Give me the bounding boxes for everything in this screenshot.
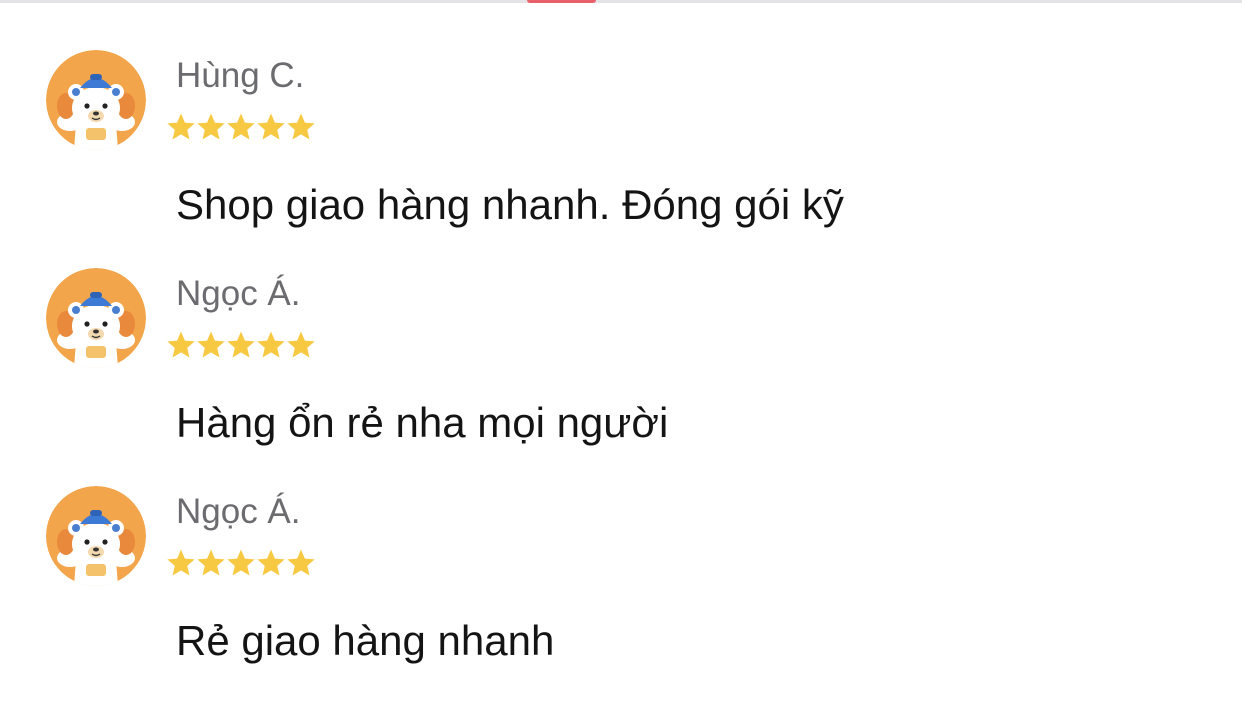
star-icon	[197, 113, 225, 140]
bear-mascot-icon	[46, 268, 146, 368]
star-icon	[227, 549, 255, 576]
star-icon	[167, 331, 195, 358]
avatar[interactable]	[46, 50, 146, 150]
star-icon	[287, 331, 315, 358]
reviews-screen: Hùng C. Shop giao hàng nhanh. Đóng gói k…	[0, 0, 1242, 720]
avatar[interactable]	[46, 268, 146, 368]
star-icon	[197, 549, 225, 576]
bear-mascot-icon	[46, 486, 146, 586]
reviewer-name: Ngọc Á.	[176, 274, 301, 313]
star-icon	[227, 331, 255, 358]
star-icon	[167, 549, 195, 576]
star-icon	[257, 549, 285, 576]
star-icon	[167, 113, 195, 140]
review-text: Rẻ giao hàng nhanh	[176, 617, 555, 664]
bear-mascot-icon	[46, 50, 146, 150]
review-item: Hùng C. Shop giao hàng nhanh. Đóng gói k…	[0, 0, 1242, 228]
star-icon	[227, 113, 255, 140]
star-rating	[166, 547, 316, 579]
reviewer-name: Ngọc Á.	[176, 492, 301, 531]
star-icon	[257, 113, 285, 140]
star-icon	[257, 331, 285, 358]
star-rating	[166, 111, 316, 143]
star-rating	[166, 329, 316, 361]
star-icon	[287, 549, 315, 576]
review-item: Ngọc Á. Rẻ giao hàng nhanh	[0, 436, 1242, 664]
avatar[interactable]	[46, 486, 146, 586]
star-icon	[197, 331, 225, 358]
star-icon	[287, 113, 315, 140]
review-item: Ngọc Á. Hàng ổn rẻ nha mọi người	[0, 218, 1242, 446]
reviewer-name: Hùng C.	[176, 56, 305, 95]
